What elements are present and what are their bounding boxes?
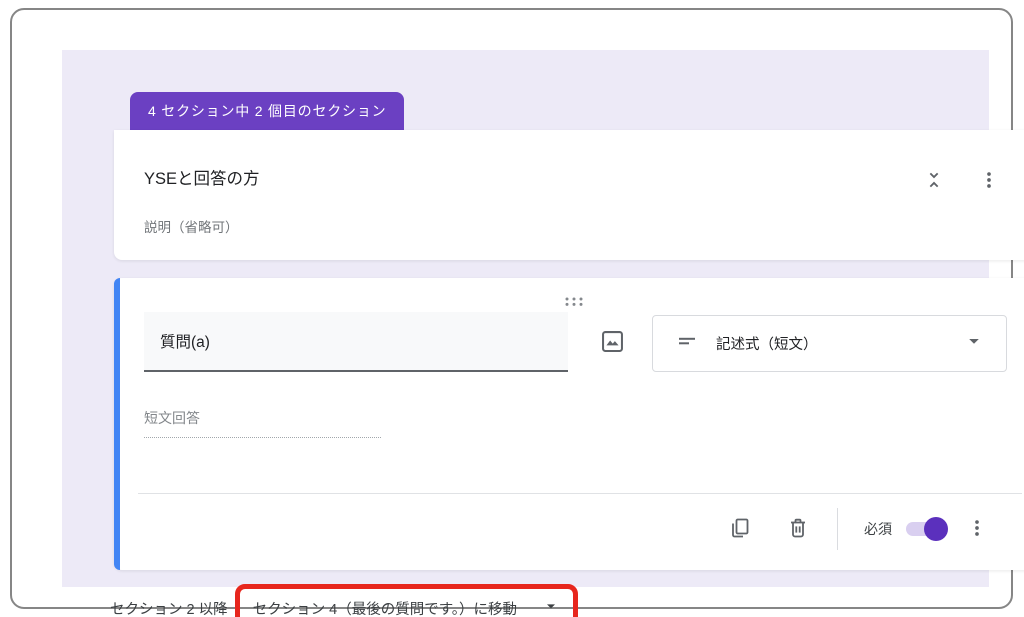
short-text-icon xyxy=(675,329,699,358)
question-type-dropdown[interactable]: 記述式（短文） xyxy=(652,315,1007,372)
more-vert-icon xyxy=(978,169,1000,194)
goto-section-label: セクション 4（最後の質問です。）に移動 xyxy=(253,598,517,617)
question-card[interactable]: 記述式（短文） 短文回答 xyxy=(114,278,1024,570)
section-index-label: 4 セクション中 2 個目のセクション xyxy=(148,103,386,119)
question-toolbar: 必須 xyxy=(727,498,990,560)
section-title-input[interactable]: YSEと回答の方 xyxy=(144,165,260,189)
google-forms-editor-screenshot: 4 セクション中 2 個目のセクション YSEと回答の方 説明（省略可） xyxy=(0,0,1024,617)
required-label: 必須 xyxy=(864,519,892,539)
goto-section-dropdown[interactable]: セクション 4（最後の質問です。）に移動 xyxy=(253,596,561,617)
section-overflow-menu-button[interactable] xyxy=(975,167,1003,195)
arrow-drop-down-icon xyxy=(517,596,561,617)
copy-icon xyxy=(728,516,752,543)
duplicate-question-button[interactable] xyxy=(727,516,753,542)
question-overflow-menu-button[interactable] xyxy=(964,516,990,542)
more-vert-icon xyxy=(966,517,988,542)
annotation-highlight-box: セクション 4（最後の質問です。）に移動 xyxy=(235,584,578,617)
toggle-thumb xyxy=(924,517,948,541)
section-index-badge: 4 セクション中 2 個目のセクション xyxy=(130,92,404,130)
delete-question-button[interactable] xyxy=(785,516,811,542)
answer-placeholder: 短文回答 xyxy=(144,408,381,438)
question-title-input[interactable] xyxy=(144,312,568,372)
active-question-indicator xyxy=(114,278,120,570)
question-type-label: 記述式（短文） xyxy=(716,333,962,354)
section-description-input[interactable]: 説明（省略可） xyxy=(144,216,239,236)
trash-icon xyxy=(786,516,810,543)
card-divider xyxy=(138,493,1022,494)
toolbar-divider xyxy=(837,508,838,550)
image-icon xyxy=(599,328,626,358)
screenshot-frame: 4 セクション中 2 個目のセクション YSEと回答の方 説明（省略可） xyxy=(10,8,1013,609)
after-section-label: セクション 2 以降 xyxy=(110,598,228,617)
unfold-less-icon xyxy=(923,169,945,194)
section-header-card[interactable]: YSEと回答の方 説明（省略可） xyxy=(114,130,1024,260)
arrow-drop-down-icon xyxy=(962,329,986,358)
section-navigation-row: セクション 2 以降 セクション 4（最後の質問です。）に移動 xyxy=(110,584,578,617)
drag-handle-icon[interactable] xyxy=(564,294,585,312)
form-canvas: 4 セクション中 2 個目のセクション YSEと回答の方 説明（省略可） xyxy=(62,50,989,587)
collapse-section-button[interactable] xyxy=(920,167,948,195)
add-image-button[interactable] xyxy=(596,327,628,359)
required-toggle[interactable] xyxy=(906,517,948,541)
